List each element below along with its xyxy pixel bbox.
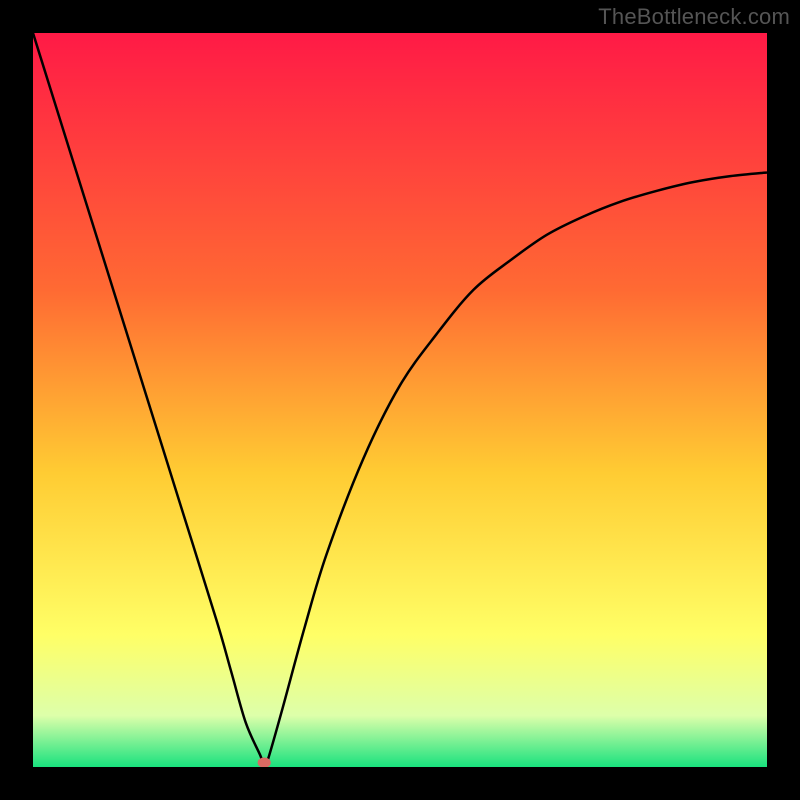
bottleneck-chart	[33, 33, 767, 767]
gradient-background	[33, 33, 767, 767]
watermark-text: TheBottleneck.com	[598, 4, 790, 30]
chart-frame: TheBottleneck.com	[0, 0, 800, 800]
